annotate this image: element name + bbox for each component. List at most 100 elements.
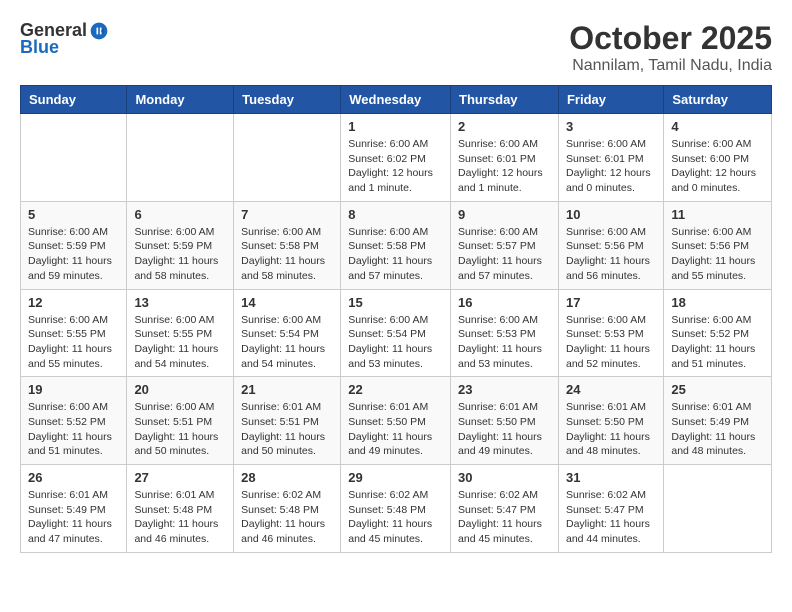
table-row — [664, 465, 772, 553]
table-row: 7 Sunrise: 6:00 AM Sunset: 5:58 PM Dayli… — [234, 201, 341, 289]
sunrise-text: Sunrise: 6:00 AM — [134, 314, 214, 326]
daylight-text: Daylight: 11 hours and 47 minutes. — [28, 518, 112, 545]
table-row: 13 Sunrise: 6:00 AM Sunset: 5:55 PM Dayl… — [127, 289, 234, 377]
table-row: 14 Sunrise: 6:00 AM Sunset: 5:54 PM Dayl… — [234, 289, 341, 377]
daylight-text: Daylight: 11 hours and 44 minutes. — [566, 518, 650, 545]
day-info: Sunrise: 6:00 AM Sunset: 5:54 PM Dayligh… — [241, 313, 333, 372]
day-info: Sunrise: 6:00 AM Sunset: 5:52 PM Dayligh… — [671, 313, 764, 372]
day-info: Sunrise: 6:01 AM Sunset: 5:50 PM Dayligh… — [566, 400, 656, 459]
day-info: Sunrise: 6:00 AM Sunset: 5:54 PM Dayligh… — [348, 313, 443, 372]
calendar-week-row: 26 Sunrise: 6:01 AM Sunset: 5:49 PM Dayl… — [21, 465, 772, 553]
day-number: 10 — [566, 207, 656, 222]
day-info: Sunrise: 6:00 AM Sunset: 6:01 PM Dayligh… — [458, 137, 551, 196]
calendar-week-row: 1 Sunrise: 6:00 AM Sunset: 6:02 PM Dayli… — [21, 114, 772, 202]
sunset-text: Sunset: 5:47 PM — [458, 504, 536, 516]
daylight-text: Daylight: 11 hours and 51 minutes. — [671, 343, 755, 370]
sunset-text: Sunset: 5:51 PM — [241, 416, 319, 428]
day-number: 4 — [671, 119, 764, 134]
day-info: Sunrise: 6:02 AM Sunset: 5:48 PM Dayligh… — [241, 488, 333, 547]
table-row — [127, 114, 234, 202]
day-info: Sunrise: 6:00 AM Sunset: 6:01 PM Dayligh… — [566, 137, 656, 196]
calendar-week-row: 12 Sunrise: 6:00 AM Sunset: 5:55 PM Dayl… — [21, 289, 772, 377]
sunrise-text: Sunrise: 6:01 AM — [134, 489, 214, 501]
sunrise-text: Sunrise: 6:00 AM — [566, 314, 646, 326]
day-number: 25 — [671, 382, 764, 397]
daylight-text: Daylight: 11 hours and 59 minutes. — [28, 255, 112, 282]
table-row: 20 Sunrise: 6:00 AM Sunset: 5:51 PM Dayl… — [127, 377, 234, 465]
daylight-text: Daylight: 11 hours and 57 minutes. — [458, 255, 542, 282]
sunset-text: Sunset: 5:49 PM — [28, 504, 106, 516]
daylight-text: Daylight: 11 hours and 46 minutes. — [241, 518, 325, 545]
sunrise-text: Sunrise: 6:00 AM — [28, 226, 108, 238]
daylight-text: Daylight: 11 hours and 55 minutes. — [28, 343, 112, 370]
sunrise-text: Sunrise: 6:00 AM — [671, 226, 751, 238]
day-info: Sunrise: 6:02 AM Sunset: 5:47 PM Dayligh… — [458, 488, 551, 547]
sunrise-text: Sunrise: 6:02 AM — [458, 489, 538, 501]
page-header: General Blue October 2025 Nannilam, Tami… — [20, 20, 772, 75]
calendar-header-row: Sunday Monday Tuesday Wednesday Thursday… — [21, 86, 772, 114]
col-wednesday: Wednesday — [341, 86, 451, 114]
sunrise-text: Sunrise: 6:00 AM — [28, 401, 108, 413]
table-row: 15 Sunrise: 6:00 AM Sunset: 5:54 PM Dayl… — [341, 289, 451, 377]
sunset-text: Sunset: 5:48 PM — [348, 504, 426, 516]
location-title: Nannilam, Tamil Nadu, India — [569, 57, 772, 75]
sunrise-text: Sunrise: 6:00 AM — [671, 314, 751, 326]
sunset-text: Sunset: 5:59 PM — [28, 240, 106, 252]
day-info: Sunrise: 6:01 AM Sunset: 5:49 PM Dayligh… — [671, 400, 764, 459]
day-number: 30 — [458, 470, 551, 485]
table-row: 23 Sunrise: 6:01 AM Sunset: 5:50 PM Dayl… — [451, 377, 559, 465]
sunset-text: Sunset: 5:54 PM — [241, 328, 319, 340]
logo: General Blue — [20, 20, 109, 58]
sunset-text: Sunset: 5:48 PM — [134, 504, 212, 516]
daylight-text: Daylight: 11 hours and 53 minutes. — [348, 343, 432, 370]
table-row: 28 Sunrise: 6:02 AM Sunset: 5:48 PM Dayl… — [234, 465, 341, 553]
daylight-text: Daylight: 11 hours and 58 minutes. — [134, 255, 218, 282]
logo-icon — [89, 21, 109, 41]
table-row: 2 Sunrise: 6:00 AM Sunset: 6:01 PM Dayli… — [451, 114, 559, 202]
sunrise-text: Sunrise: 6:02 AM — [348, 489, 428, 501]
day-info: Sunrise: 6:00 AM Sunset: 5:51 PM Dayligh… — [134, 400, 226, 459]
sunset-text: Sunset: 6:01 PM — [566, 153, 644, 165]
day-number: 14 — [241, 295, 333, 310]
day-number: 20 — [134, 382, 226, 397]
sunset-text: Sunset: 5:51 PM — [134, 416, 212, 428]
col-tuesday: Tuesday — [234, 86, 341, 114]
day-number: 17 — [566, 295, 656, 310]
sunrise-text: Sunrise: 6:00 AM — [671, 138, 751, 150]
day-info: Sunrise: 6:01 AM Sunset: 5:49 PM Dayligh… — [28, 488, 119, 547]
day-info: Sunrise: 6:00 AM Sunset: 5:57 PM Dayligh… — [458, 225, 551, 284]
day-info: Sunrise: 6:00 AM Sunset: 5:55 PM Dayligh… — [134, 313, 226, 372]
day-number: 27 — [134, 470, 226, 485]
sunrise-text: Sunrise: 6:00 AM — [566, 226, 646, 238]
sunrise-text: Sunrise: 6:01 AM — [566, 401, 646, 413]
sunset-text: Sunset: 5:47 PM — [566, 504, 644, 516]
daylight-text: Daylight: 11 hours and 48 minutes. — [566, 431, 650, 458]
sunrise-text: Sunrise: 6:02 AM — [241, 489, 321, 501]
daylight-text: Daylight: 12 hours and 1 minute. — [458, 167, 543, 194]
sunrise-text: Sunrise: 6:00 AM — [348, 314, 428, 326]
day-number: 11 — [671, 207, 764, 222]
table-row — [21, 114, 127, 202]
day-number: 31 — [566, 470, 656, 485]
day-info: Sunrise: 6:00 AM Sunset: 5:56 PM Dayligh… — [566, 225, 656, 284]
day-number: 24 — [566, 382, 656, 397]
day-info: Sunrise: 6:00 AM Sunset: 5:58 PM Dayligh… — [241, 225, 333, 284]
table-row: 19 Sunrise: 6:00 AM Sunset: 5:52 PM Dayl… — [21, 377, 127, 465]
sunset-text: Sunset: 6:02 PM — [348, 153, 426, 165]
table-row: 17 Sunrise: 6:00 AM Sunset: 5:53 PM Dayl… — [558, 289, 663, 377]
day-info: Sunrise: 6:01 AM Sunset: 5:50 PM Dayligh… — [348, 400, 443, 459]
table-row: 30 Sunrise: 6:02 AM Sunset: 5:47 PM Dayl… — [451, 465, 559, 553]
sunset-text: Sunset: 5:48 PM — [241, 504, 319, 516]
daylight-text: Daylight: 11 hours and 48 minutes. — [671, 431, 755, 458]
sunset-text: Sunset: 6:00 PM — [671, 153, 749, 165]
table-row: 26 Sunrise: 6:01 AM Sunset: 5:49 PM Dayl… — [21, 465, 127, 553]
sunrise-text: Sunrise: 6:00 AM — [348, 226, 428, 238]
sunset-text: Sunset: 6:01 PM — [458, 153, 536, 165]
table-row: 1 Sunrise: 6:00 AM Sunset: 6:02 PM Dayli… — [341, 114, 451, 202]
sunrise-text: Sunrise: 6:01 AM — [348, 401, 428, 413]
day-info: Sunrise: 6:00 AM Sunset: 5:58 PM Dayligh… — [348, 225, 443, 284]
sunset-text: Sunset: 5:50 PM — [566, 416, 644, 428]
day-number: 6 — [134, 207, 226, 222]
calendar-table: Sunday Monday Tuesday Wednesday Thursday… — [20, 85, 772, 553]
day-number: 5 — [28, 207, 119, 222]
